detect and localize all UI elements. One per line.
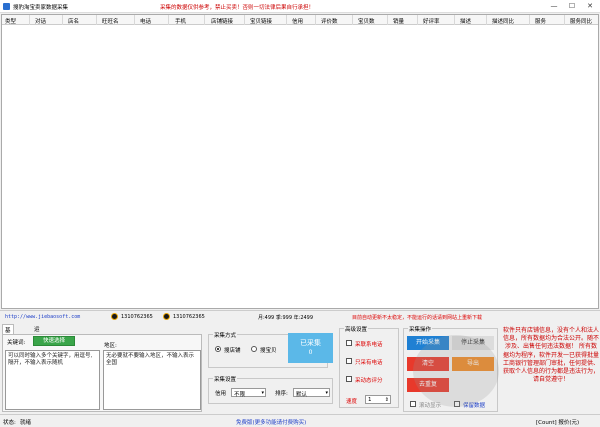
quick-select-button[interactable]: 快速选择 [33,336,75,346]
radio-search-item-label: 搜宝贝 [260,348,277,354]
close-button[interactable]: ✕ [582,0,598,13]
col-phone[interactable]: 电话 [140,17,151,25]
col-type[interactable]: 类型 [5,17,16,25]
collect-settings-group: 采集设置 信用 不限 ▾ 排序: 默认 ▾ [208,375,333,404]
col-wangwang[interactable]: 旺旺名 [102,17,119,25]
keyword-input[interactable]: 可以同时输入多个关键字，用逗号,隔开，不输入表示随机 [5,350,100,410]
region-input[interactable]: 无必要就不要输入地区，不输入表示全国 [103,350,201,410]
collect-mode-title: 采集方式 [213,331,238,339]
results-grid[interactable]: 类型 对话 店名 旺旺名 电话 手机 店铺链接 宝贝链接 信用 评价数 宝贝数 … [1,14,599,309]
watermark-logo [413,335,499,407]
window-title: 搜豹淘宝卖家数据采集 [13,5,69,11]
app-icon [3,3,10,10]
collected-count: 0 [308,349,313,356]
grid-header: 类型 对话 店名 旺旺名 电话 手机 店铺链接 宝贝链接 信用 评价数 宝贝数 … [2,15,598,25]
status-bar: 状态: 就绪 免费版(更多功能请付费购买) [Count] 报价(元) [0,414,600,427]
checkbox-collect-phone-label: 采联系电话 [355,342,383,348]
minimize-button[interactable]: — [546,0,562,13]
credit-select[interactable]: 不限 ▾ [231,388,266,398]
radio-search-item[interactable] [251,346,257,352]
maximize-button[interactable]: ☐ [564,0,580,13]
speed-label: 速度 [346,399,358,405]
col-credit[interactable]: 信用 [292,17,303,25]
checkbox-dynamic-score[interactable] [346,376,352,382]
operations-title: 采集操作 [408,325,433,333]
stepper-arrows-icon: ⇕ [384,397,389,403]
col-item-link[interactable]: 宝贝链接 [250,17,272,25]
col-review-count[interactable]: 评价数 [321,17,338,25]
checkbox-only-phone-label: 只采有电话 [355,360,383,366]
free-version-link[interactable]: 免费版(更多功能请付费购买) [236,418,306,426]
website-link[interactable]: http://www.jiebaosoft.com [5,314,80,320]
col-shop-name[interactable]: 店名 [68,17,79,25]
advanced-settings-title: 高级设置 [344,325,369,333]
window-notice: 采集的数据仅供参考，禁止买卖！否则一切法律后果自行承担！ [160,5,315,11]
checkbox-scroll-display[interactable] [410,401,416,407]
col-sales[interactable]: 销量 [393,17,404,25]
col-service-compare[interactable]: 服务同比 [570,17,592,25]
credit-label: 信用 [215,391,227,397]
radio-search-shop[interactable] [215,346,221,352]
price-stats: 月:499 季:999 年:2499 [258,315,314,321]
collected-label: 已采集 [300,339,321,347]
col-shop-link[interactable]: 店铺链接 [211,17,233,25]
region-label: 地区: [104,343,117,349]
keyword-label: 关键词: [7,340,26,346]
advanced-settings-group: 高级设置 采联系电话 只采有电话 采动态评分 速度 1 ⇕ [339,325,399,408]
chevron-down-icon: ▾ [261,390,264,396]
status-value: 就绪 [20,420,32,426]
status-label: 状态: [3,420,16,426]
qq-icon [163,313,170,320]
col-mobile[interactable]: 手机 [175,17,186,25]
collect-settings-title: 采集设置 [213,375,238,383]
col-rating[interactable]: 好评率 [423,17,440,25]
radio-search-shop-label: 搜店铺 [224,348,241,354]
collected-counter: 已采集 0 [288,333,333,363]
col-desc[interactable]: 描述 [460,17,471,25]
count-display: [Count] 报价(元) [536,420,580,426]
col-desc-compare[interactable]: 描述同比 [492,17,514,25]
col-chat[interactable]: 对话 [35,17,46,25]
qq-contact-2[interactable]: 1310762365 [173,314,205,320]
qq-contact-1[interactable]: 1310762365 [121,314,153,320]
chevron-down-icon: ▾ [325,390,328,396]
speed-stepper[interactable]: 1 ⇕ [365,395,391,404]
title-bar: 搜豹淘宝卖家数据采集 采集的数据仅供参考，禁止买卖！否则一切法律后果自行承担！ … [0,0,600,13]
checkbox-dynamic-score-label: 采动态评分 [355,378,383,384]
checkbox-collect-phone[interactable] [346,340,352,346]
col-service[interactable]: 服务 [535,17,546,25]
sort-select[interactable]: 默认 ▾ [293,388,330,398]
sort-label: 排序: [275,391,288,397]
qq-icon [111,313,118,320]
info-bar: http://www.jiebaosoft.com 1310762365 131… [0,310,600,321]
col-item-count[interactable]: 宝贝数 [358,17,375,25]
disclaimer-text: 软件只有店铺信息，没有个人和法人信息，所有数据均为合法公开。随不涉及、出售任何违… [503,327,600,384]
checkbox-only-phone[interactable] [346,358,352,364]
update-warning: 目前自动更新不太稳定，不能运行的话请到网站上重新下载 [352,315,483,321]
basic-settings-pane: 关键词: 快速选择 地区: 可以同时输入多个关键字，用逗号,隔开，不输入表示随机… [2,334,202,412]
